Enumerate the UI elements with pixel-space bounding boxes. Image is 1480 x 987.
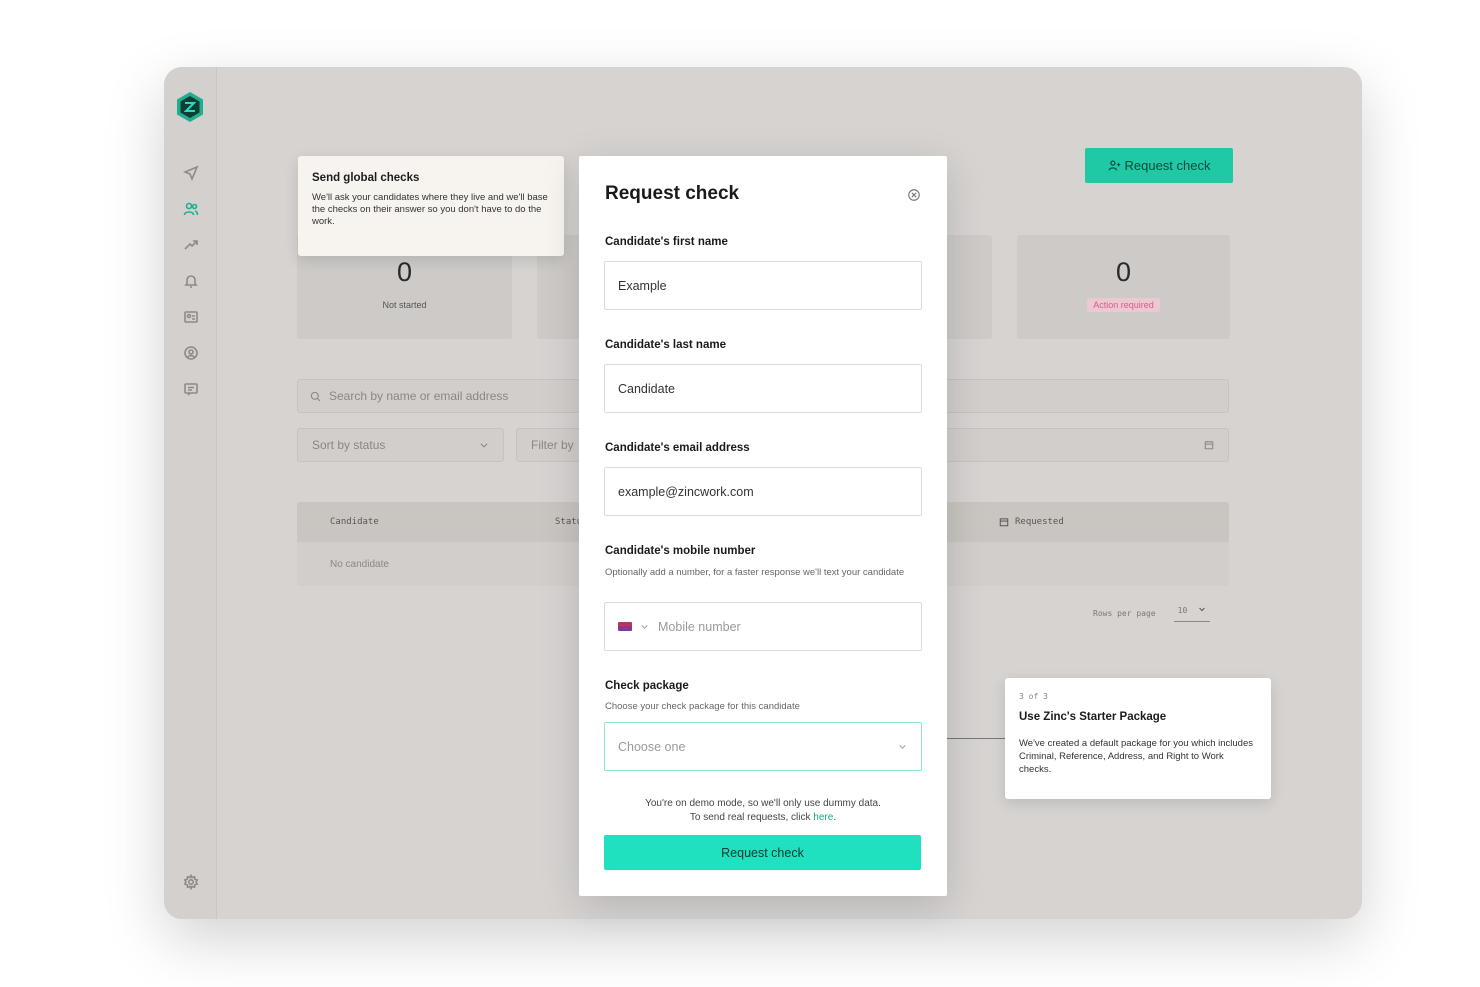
tooltip-send-global-checks: Send global checks We'll ask your candid…	[298, 156, 564, 256]
mobile-number-field[interactable]: Mobile number	[604, 602, 922, 651]
request-check-modal: Request check Candidate's first name Exa…	[579, 156, 947, 896]
mobile-placeholder: Mobile number	[658, 619, 741, 634]
sort-select[interactable]: Sort by status	[297, 428, 504, 462]
demo-mode-note: You're on demo mode, so we'll only use d…	[605, 797, 921, 825]
sort-label: Sort by status	[312, 438, 386, 452]
email-field[interactable]: example@zincwork.com	[604, 467, 922, 516]
empty-text: No candidate	[330, 559, 389, 570]
demo-note-line-1: You're on demo mode, so we'll only use d…	[645, 798, 881, 809]
chevron-down-icon[interactable]	[640, 622, 649, 631]
account-icon[interactable]	[181, 343, 201, 363]
stat-label: Not started	[382, 300, 427, 310]
sidebar	[164, 67, 217, 919]
first-name-field[interactable]: Example	[604, 261, 922, 310]
id-card-icon[interactable]	[181, 307, 201, 327]
chevron-down-icon	[899, 745, 906, 749]
first-name-label: Candidate's first name	[605, 236, 728, 248]
demo-here-link[interactable]: here	[813, 812, 833, 823]
rows-per-page-label: Rows per page	[1093, 609, 1156, 618]
last-name-field[interactable]: Candidate	[604, 364, 922, 413]
tooltip-title: Use Zinc's Starter Package	[1019, 711, 1167, 723]
column-candidate[interactable]: Candidate	[330, 517, 379, 527]
candidates-icon[interactable]	[181, 199, 201, 219]
last-name-label: Candidate's last name	[605, 339, 726, 351]
add-user-icon	[1108, 160, 1120, 171]
filter-label: Filter by	[531, 438, 574, 452]
tooltip-step: 3 of 3	[1019, 692, 1048, 701]
tooltip-description: We've created a default package for you …	[1019, 738, 1253, 775]
rows-per-page-value: 10	[1177, 606, 1188, 615]
column-requested-label: Requested	[1015, 517, 1064, 527]
check-package-select[interactable]: Choose one	[604, 722, 922, 771]
chevron-down-icon	[1199, 607, 1205, 612]
tooltip-description: We'll ask your candidates where they liv…	[312, 192, 548, 227]
column-requested[interactable]: Requested	[999, 517, 1064, 527]
trending-icon[interactable]	[181, 235, 201, 255]
mobile-label: Candidate's mobile number	[605, 545, 756, 557]
email-value: example@zincwork.com	[618, 484, 754, 499]
email-label: Candidate's email address	[605, 442, 750, 454]
chevron-down-icon	[480, 443, 488, 448]
stat-value: 0	[396, 257, 413, 287]
demo-note-line-2: To send real requests, click here.	[689, 812, 837, 823]
last-name-value: Candidate	[618, 381, 675, 396]
messages-icon[interactable]	[181, 379, 201, 399]
calendar-icon	[999, 518, 1009, 527]
search-placeholder: Search by name or email address	[329, 389, 509, 403]
settings-icon[interactable]	[181, 872, 201, 892]
stat-value: 0	[1115, 257, 1132, 287]
tooltip-connector	[937, 738, 1005, 739]
demo-note-text: To send real requests, click	[689, 812, 811, 823]
request-check-label: Request check	[1124, 158, 1211, 173]
mobile-hint: Optionally add a number, for a faster re…	[605, 567, 905, 578]
status-badge: Action required	[1087, 298, 1160, 312]
rows-per-page-select[interactable]: 10	[1173, 605, 1211, 622]
stat-card-action-required[interactable]: 0 Action required	[1017, 235, 1230, 339]
country-flag-icon[interactable]	[618, 622, 632, 631]
search-icon	[310, 391, 321, 401]
request-check-button[interactable]: Request check	[1085, 148, 1233, 183]
close-icon[interactable]	[907, 188, 921, 202]
package-label: Check package	[605, 680, 689, 692]
modal-title: Request check	[605, 183, 740, 204]
package-hint: Choose your check package for this candi…	[605, 701, 800, 712]
tooltip-title: Send global checks	[312, 172, 420, 184]
tooltip-starter-package: 3 of 3 Use Zinc's Starter Package We've …	[1005, 678, 1271, 799]
submit-request-check-button[interactable]: Request check	[604, 835, 921, 870]
rows-per-page: Rows per page 10	[1093, 605, 1211, 622]
package-placeholder: Choose one	[618, 739, 686, 754]
notifications-icon[interactable]	[181, 271, 201, 291]
send-icon[interactable]	[181, 163, 201, 183]
first-name-value: Example	[618, 278, 667, 293]
calendar-icon	[1204, 440, 1214, 450]
zinc-logo[interactable]	[174, 91, 206, 123]
